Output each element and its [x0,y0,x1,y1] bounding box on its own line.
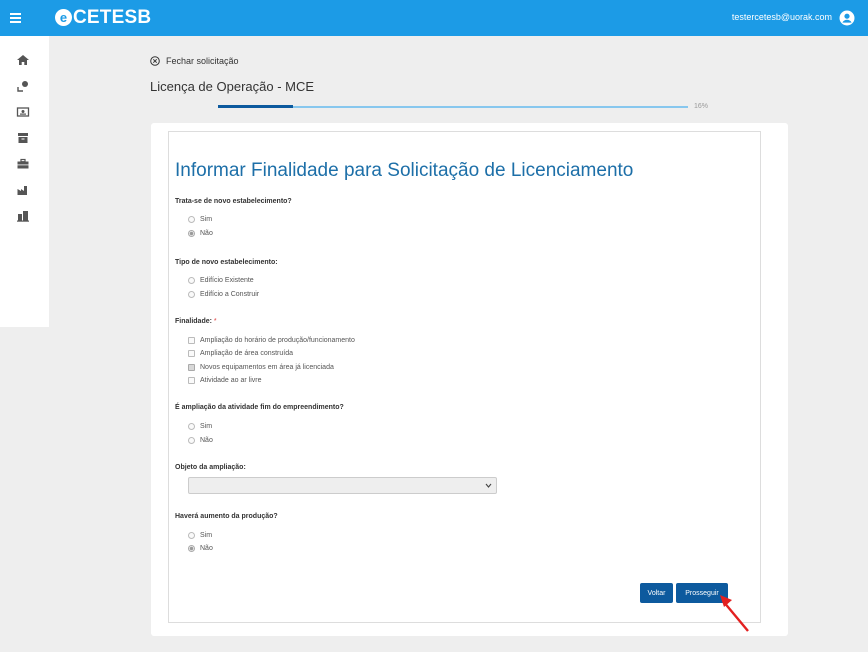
account-circle-icon[interactable] [839,10,855,26]
progress-fill [218,105,294,108]
checkbox [188,337,195,344]
option-label: Ampliação do horário de produção/funcion… [200,337,355,344]
option-label: Edifício Existente [200,277,254,284]
question-expansion-object: Objeto da ampliação: [175,464,246,471]
radio-existing-building[interactable]: Edifício Existente [188,277,254,284]
chevron-down-icon [485,483,492,488]
option-label: Novos equipamentos em área já licenciada [200,364,334,371]
radio-production-increase-sim[interactable]: Sim [188,532,212,539]
question-purpose: Finalidade: * [175,318,217,325]
cetesb-logo[interactable]: e CETESB [55,8,151,27]
buildings-icon[interactable] [16,209,30,223]
option-label: Não [200,230,213,237]
option-label: Sim [200,216,213,223]
option-label: Ampliação de área construída [200,350,293,357]
option-label: Edifício a Construir [200,291,260,298]
progress-bar [218,105,688,108]
radio-button [188,532,195,539]
checkbox [188,350,195,357]
radio-button [188,216,195,223]
radio-button [188,423,195,430]
checkbox-extend-hours[interactable]: Ampliação do horário de produção/funcion… [188,337,355,344]
checkbox-new-equipment[interactable]: Novos equipamentos em área já licenciada [188,364,334,371]
radio-new-establishment-nao[interactable]: Não [188,230,213,237]
radio-button [188,437,195,444]
id-card-icon[interactable] [16,105,30,119]
checkbox-extend-area[interactable]: Ampliação de área construída [188,350,293,357]
option-label: Atividade ao ar livre [200,377,262,384]
option-label: Não [200,545,213,552]
user-email[interactable]: testercetesb@uorak.com [732,12,832,22]
hamburger-menu-icon[interactable] [8,9,26,27]
radio-core-activity-sim[interactable]: Sim [188,423,212,430]
home-icon[interactable] [16,53,30,67]
top-bar: e CETESB testercetesb@uorak.com [0,0,868,36]
radio-button [188,277,195,284]
expansion-object-select[interactable] [188,477,497,494]
radio-button [188,291,195,298]
option-label: Sim [200,423,213,430]
checkbox-outdoor-activity[interactable]: Atividade ao ar livre [188,377,261,384]
radio-building-to-construct[interactable]: Edifício a Construir [188,291,259,298]
required-mark: * [213,318,217,325]
question-new-establishment: Trata-se de novo estabelecimento? [175,198,292,205]
form-heading: Informar Finalidade para Solicitação de … [175,160,634,181]
option-label: Sim [200,532,213,539]
red-arrow-annotation [720,595,749,632]
close-request-label: Fechar solicitação [166,56,239,66]
close-request-link[interactable]: Fechar solicitação [150,56,239,66]
sidebar [0,36,49,327]
radio-new-establishment-sim[interactable]: Sim [188,216,212,223]
user-pin-icon[interactable] [16,79,30,93]
briefcase-icon[interactable] [16,157,30,171]
radio-button [188,545,195,552]
progress-percent: 16% [694,103,709,110]
logo-text: CETESB [73,7,152,28]
question-production-increase: Haverá aumento da produção? [175,513,278,520]
question-purpose-label: Finalidade: [175,318,212,325]
question-core-activity: É ampliação da atividade fim do empreend… [175,404,344,411]
archive-icon[interactable] [16,131,30,145]
factory-icon[interactable] [16,183,30,197]
question-establishment-type: Tipo de novo estabelecimento: [175,259,278,266]
option-label: Não [200,437,213,444]
back-button[interactable]: Voltar [640,583,673,603]
close-circle-icon [150,56,160,66]
radio-button [188,230,195,237]
page-title: Licença de Operação - MCE [150,79,315,94]
radio-production-increase-nao[interactable]: Não [188,545,213,552]
checkbox [188,377,195,384]
logo-mark: e [55,9,72,26]
radio-core-activity-nao[interactable]: Não [188,437,213,444]
checkbox [188,364,195,371]
